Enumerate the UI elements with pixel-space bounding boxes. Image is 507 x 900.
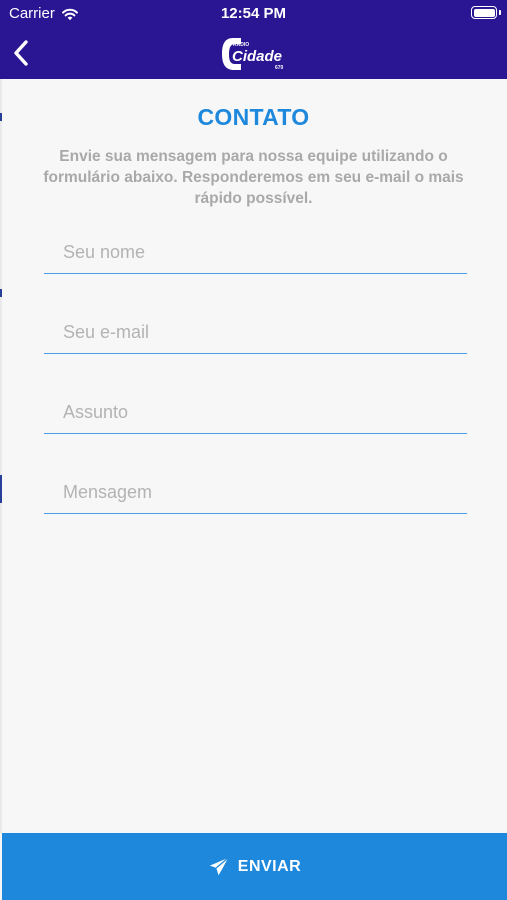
top-bar: Carrier 12:54 PM RÁDIO Cidade 670	[0, 0, 507, 79]
page-subtitle: Envie sua mensagem para nossa equipe uti…	[43, 148, 464, 207]
edge-mark	[0, 475, 2, 503]
logo-name: Cidade	[232, 48, 282, 65]
radio-cidade-logo: RÁDIO Cidade 670	[222, 38, 284, 71]
email-input[interactable]	[63, 318, 467, 346]
message-input[interactable]	[63, 478, 467, 506]
clock: 12:54 PM	[220, 5, 287, 22]
name-field	[44, 234, 467, 274]
contact-screen: Carrier 12:54 PM RÁDIO Cidade 670 CONTAT…	[0, 0, 507, 900]
paper-plane-icon	[209, 857, 229, 876]
background-page-edge	[0, 79, 2, 833]
page-title: CONTATO	[197, 104, 310, 130]
status-bar: Carrier 12:54 PM	[0, 0, 507, 28]
edge-mark	[0, 289, 2, 297]
send-button-label: ENVIAR	[237, 857, 302, 875]
name-input[interactable]	[63, 238, 467, 266]
battery-icon	[471, 6, 497, 19]
message-field	[44, 474, 467, 514]
battery-level	[473, 8, 495, 17]
logo-frequency: 670	[275, 65, 284, 71]
chevron-left-icon	[14, 40, 28, 66]
email-field	[44, 314, 467, 354]
send-button[interactable]: ENVIAR	[2, 833, 507, 900]
subject-field	[44, 394, 467, 434]
logo-small-text: RÁDIO	[233, 41, 249, 48]
subject-input[interactable]	[63, 398, 467, 426]
back-button[interactable]	[8, 36, 36, 70]
nav-bar: RÁDIO Cidade 670	[0, 28, 507, 79]
battery-tip	[499, 10, 501, 15]
